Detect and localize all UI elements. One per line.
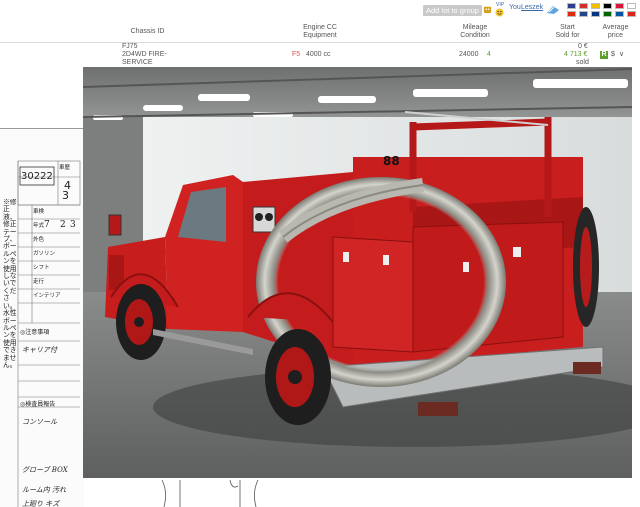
condition-value: 4	[487, 51, 491, 58]
chassis-grade: 2D4WD FIRE-	[122, 51, 167, 58]
mileage-value: 24000	[459, 51, 479, 58]
sheet-note-5: 上廻り キズ	[22, 500, 60, 507]
sheet-line-shift: シフト	[33, 265, 50, 271]
header-engine[interactable]: Engine CC Equipment	[290, 24, 350, 40]
smiley-icon[interactable]	[495, 8, 504, 17]
username-link[interactable]: Leszek	[521, 4, 543, 11]
flag-jp-icon[interactable]	[627, 3, 636, 9]
header-average[interactable]: Average price	[593, 24, 638, 40]
header-sold-for: Sold for	[555, 32, 580, 39]
sheet-line-notes: ◎注意事項	[20, 329, 50, 336]
sheet-line-inspection: 車検	[33, 209, 45, 215]
header-equipment: Equipment	[303, 32, 337, 39]
fire-truck-image: 88	[83, 67, 632, 478]
header-average-label: Average	[602, 24, 629, 31]
header-engine-cc: Engine CC	[303, 24, 337, 31]
results-table-header: Chassis ID Engine CC Equipment Mileage C…	[0, 21, 640, 43]
start-price: 0 €	[578, 43, 588, 50]
sheet-year-value3: 3	[70, 220, 76, 230]
header-start-label: Start	[560, 24, 575, 31]
you-label: You	[509, 4, 521, 11]
flag-de-icon[interactable]	[603, 3, 612, 9]
chassis-id[interactable]: FJ75 2D4WD FIRE- SERVICE	[122, 43, 167, 67]
header-start[interactable]: Start Sold for	[540, 24, 595, 40]
engine-prefix: F5	[292, 51, 301, 58]
flag-fi-icon[interactable]	[591, 11, 600, 17]
plate-number: 88	[383, 154, 400, 168]
flag-vn-icon[interactable]	[627, 11, 636, 17]
sheet-line-color: 外色	[33, 237, 45, 243]
sheet-note-3: グローブ BOX	[22, 466, 68, 474]
result-badge[interactable]: R	[600, 51, 608, 59]
sheet-note-4: ルーム内 汚れ	[22, 486, 67, 494]
header-price: price	[607, 32, 624, 39]
chassis-grade-cont: SERVICE	[122, 59, 153, 66]
header-mileage-label: Mileage	[462, 24, 488, 31]
add-lot-to-group-button[interactable]: Add lot to group	[423, 5, 482, 16]
sheet-line-inspector: ◎検査員報告	[20, 401, 56, 408]
sheet-note-1: キャリア付	[22, 346, 57, 354]
chassis-model: FJ75	[122, 43, 138, 50]
flag-fr-icon[interactable]	[615, 11, 624, 17]
sheet-vertical-note: ※修正液、修正テープ、ボールペンを使用しないでください。水性ボールペンを使用でき…	[3, 199, 17, 369]
sheet-grade-bottom: 3	[62, 189, 69, 202]
table-row[interactable]: FJ75 2D4WD FIRE- SERVICE F5 4000 cc 2400…	[0, 43, 640, 67]
flag-pl-icon[interactable]	[615, 3, 624, 9]
flag-cn-icon[interactable]	[567, 11, 576, 17]
header-mileage[interactable]: Mileage Condition	[445, 24, 505, 40]
sheet-year-value2: 2	[60, 220, 66, 230]
sheet-line-mileage: 走行	[33, 279, 45, 285]
sheet-year-value: 7	[44, 220, 50, 230]
sheet-note-2: コンソール	[22, 418, 57, 426]
vip-icon[interactable]: VIP	[496, 2, 504, 8]
sheet-line-interior: インテリア	[33, 293, 61, 299]
flag-es-icon[interactable]	[591, 3, 600, 9]
flag-ru-icon[interactable]	[579, 3, 588, 9]
top-toolbar: Add lot to group VIP You Leszek	[0, 0, 640, 20]
flag-pt-icon[interactable]	[603, 11, 612, 17]
flag-nl-icon[interactable]	[579, 11, 588, 17]
vehicle-photo[interactable]: 88	[83, 67, 632, 478]
sold-price: 4 713 €	[564, 51, 588, 58]
lot-number: 30222	[21, 171, 53, 182]
sheet-car-diagram	[161, 479, 259, 507]
sheet-line-history: 車歴	[59, 165, 71, 171]
auction-sheet: 30222 車歴 車検 年式 外色 ガソリン シフト 走行 インテリア ◎注意事…	[0, 128, 84, 507]
engine-cc: 4000 cc	[306, 51, 331, 58]
currency-badge[interactable]: $	[611, 51, 615, 59]
pin-icon[interactable]	[546, 4, 560, 15]
header-condition: Condition	[460, 32, 490, 39]
sheet-line-year: 年式	[33, 223, 45, 229]
sheet-line-fuel: ガソリン	[33, 251, 56, 257]
robot-icon[interactable]	[483, 5, 492, 14]
flag-gb-icon[interactable]	[567, 3, 576, 9]
header-chassis[interactable]: Chassis ID	[120, 28, 175, 36]
dropdown-arrow-icon[interactable]: ∨	[619, 51, 624, 59]
sold-status: sold	[576, 59, 589, 66]
